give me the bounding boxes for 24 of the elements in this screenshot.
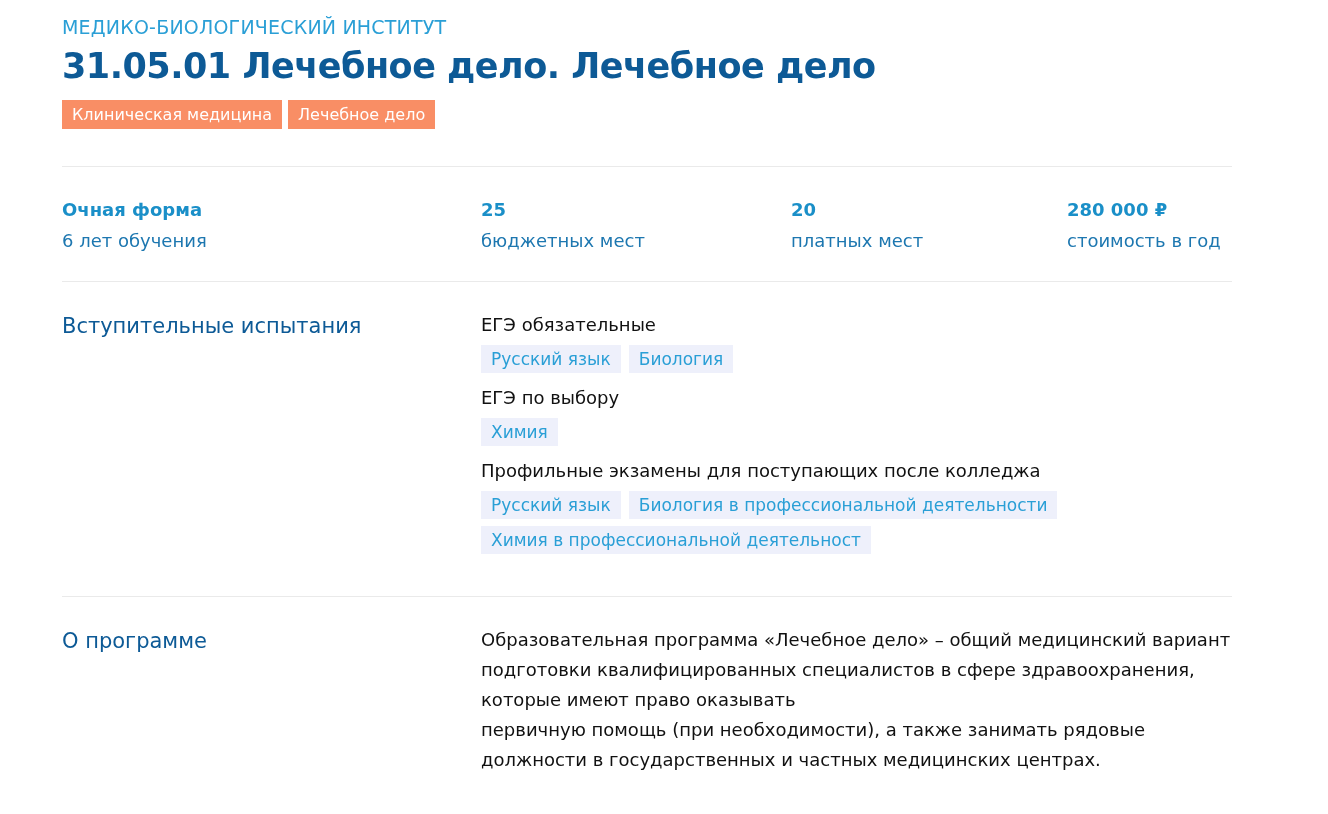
subject-tag: Химия: [481, 418, 558, 446]
stat-value: 280 000 ₽: [1067, 199, 1169, 220]
subject-tag: Русский язык: [481, 345, 621, 373]
exam-group-title: ЕГЭ по выбору: [481, 387, 621, 408]
stat-label: платных мест: [791, 230, 925, 251]
stat-label: 6 лет обучения: [62, 230, 208, 251]
program-description: Образовательная программа «Лечебное дело» – общий медицинский вариант подготовки квалифицированных специалистов в сфере здравоохранения, которые имеют право оказывать первичную помощь (при необходимости), а также занимать рядовые должности в государственных и частных медицинских центрах.: [481, 628, 1232, 772]
stat-value: 20: [791, 199, 818, 220]
category-tag[interactable]: Лечебное дело: [288, 100, 436, 129]
stat-value: 25: [481, 199, 508, 220]
subject-tag: Биология: [628, 345, 734, 373]
section-heading: Вступительные испытания: [62, 314, 363, 340]
subject-tag: Русский язык: [481, 491, 621, 519]
exam-group-title: ЕГЭ обязательные: [481, 314, 657, 335]
stat-value: Очная форма: [62, 199, 204, 220]
page-title: 31.05.01 Лечебное дело. Лечебное дело: [62, 46, 877, 86]
section-heading: О программе: [62, 629, 208, 655]
stat-label: бюджетных мест: [481, 230, 646, 251]
subject-tag: Химия в профессиональной деятельност: [481, 526, 871, 554]
exam-group-title: Профильные экзамены для поступающих после колледжа: [481, 460, 1042, 481]
stat-label: стоимость в год: [1067, 230, 1222, 251]
institute-name: МЕДИКО-БИОЛОГИЧЕСКИЙ ИНСТИТУТ: [62, 16, 448, 38]
subject-tag: Биология в профессиональной деятельности: [628, 491, 1058, 519]
category-tag[interactable]: Клиническая медицина: [62, 100, 283, 129]
